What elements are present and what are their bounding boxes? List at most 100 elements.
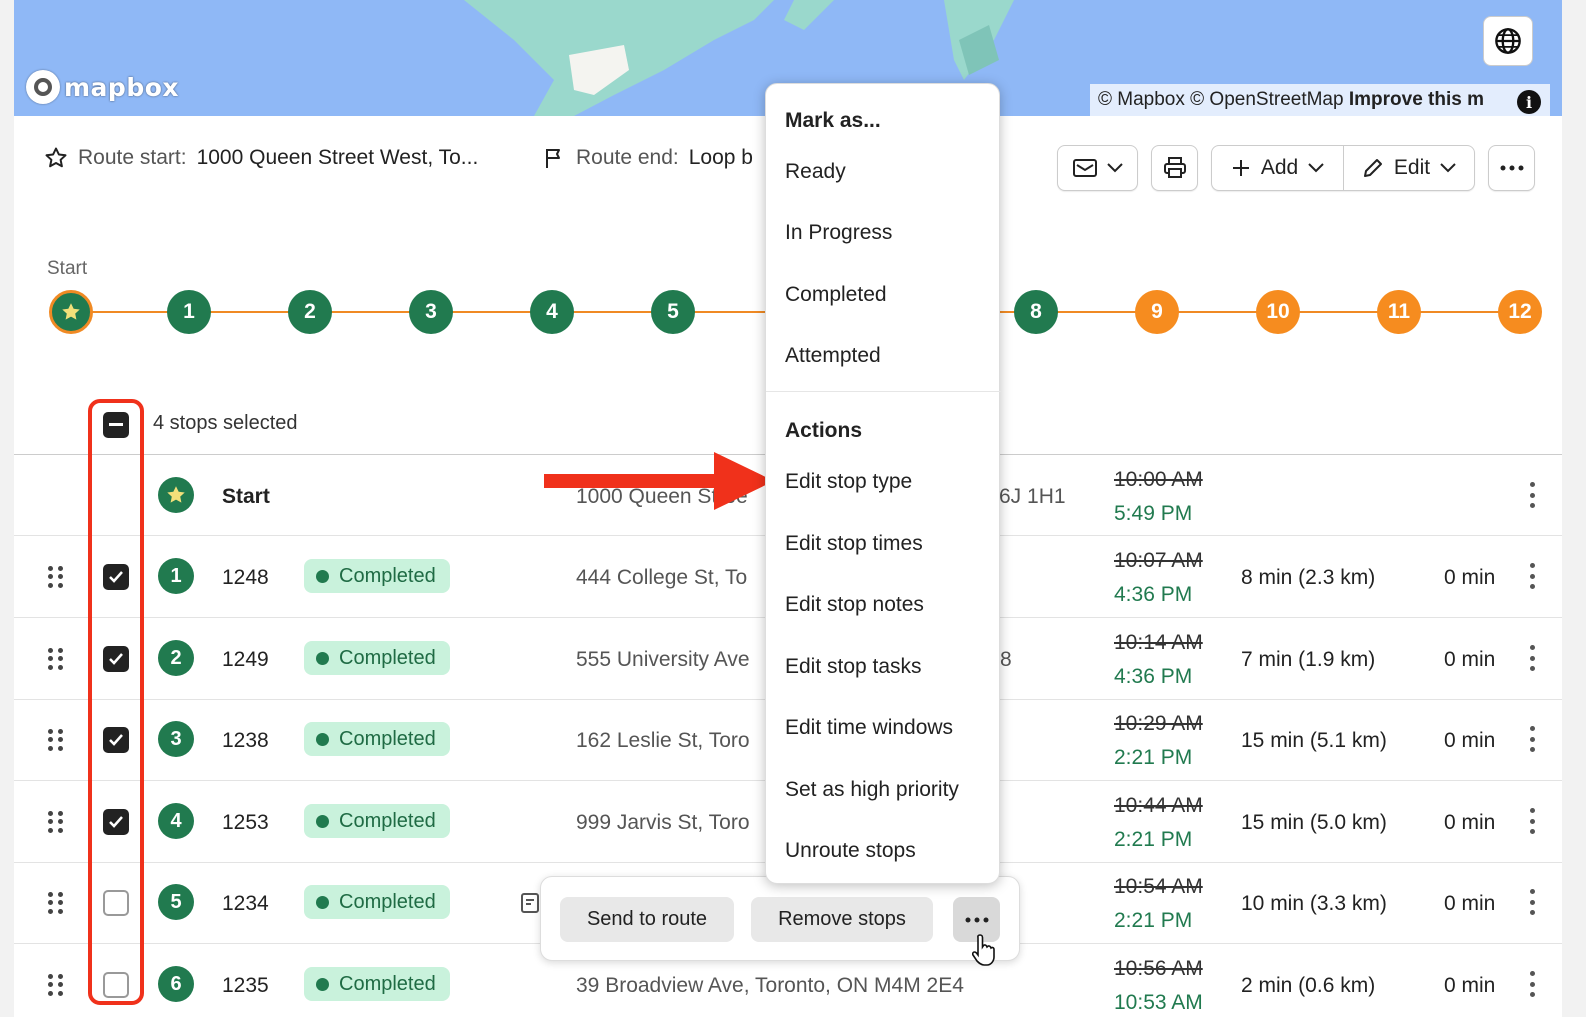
planned-time: 10:44 AM: [1114, 794, 1203, 817]
row-kebab-icon[interactable]: [1529, 482, 1535, 508]
checkbox-column-highlight: [88, 399, 144, 1005]
stop-id: 1249: [222, 648, 269, 671]
status-badge: Completed: [304, 641, 450, 675]
improve-map-link[interactable]: Improve this m: [1349, 89, 1484, 110]
flag-icon: [546, 149, 560, 168]
route-start-value: 1000 Queen Street West, To...: [196, 146, 479, 169]
drag-handle-icon[interactable]: [48, 648, 64, 670]
menu-item-edit-stop-tasks[interactable]: Edit stop tasks: [785, 655, 922, 679]
status-badge: Completed: [304, 722, 450, 756]
stop-number: 1: [158, 558, 194, 594]
send-to-route-label: Send to route: [586, 908, 708, 930]
remove-stops-button[interactable]: Remove stops: [751, 897, 933, 942]
send-to-route-button[interactable]: Send to route: [560, 897, 734, 942]
timeline-stop[interactable]: 5: [651, 290, 695, 334]
stop-address: 39 Broadview Ave, Toronto, ON M4M 2E4: [576, 974, 964, 997]
actual-time: 4:36 PM: [1114, 583, 1193, 606]
menu-item-edit-time-windows[interactable]: Edit time windows: [785, 716, 953, 740]
info-icon[interactable]: i: [1517, 90, 1541, 114]
note-icon[interactable]: [520, 892, 542, 914]
start-row-address-tail: 6J 1H1: [999, 485, 1066, 508]
edit-button-label: Edit: [1393, 156, 1431, 179]
drive-time: 10 min (3.3 km): [1241, 892, 1387, 915]
mapbox-logo-text: mapbox: [64, 72, 180, 102]
actual-time: 4:36 PM: [1114, 665, 1193, 688]
ellipsis-icon: [1500, 165, 1523, 171]
status-text: Completed: [339, 727, 436, 750]
timeline-stop[interactable]: 10: [1256, 290, 1300, 334]
mapbox-logo-icon: [26, 70, 60, 104]
menu-item-edit-stop-type[interactable]: Edit stop type: [785, 470, 912, 494]
stop-id: 1253: [222, 811, 269, 834]
route-start-label: Route start:: [78, 146, 187, 169]
row-kebab-icon[interactable]: [1529, 889, 1535, 915]
timeline-stop[interactable]: 2: [288, 290, 332, 334]
more-options-button[interactable]: [1488, 145, 1535, 191]
row-kebab-icon[interactable]: [1529, 563, 1535, 589]
menu-item-in-progress[interactable]: In Progress: [785, 221, 892, 245]
attribution-text: © Mapbox © OpenStreetMap: [1098, 89, 1344, 110]
ellipsis-icon: [965, 917, 988, 922]
menu-item-set-high-priority[interactable]: Set as high priority: [785, 778, 959, 802]
add-button-label: Add: [1260, 156, 1299, 179]
globe-icon: [1495, 28, 1521, 54]
menu-item-ready[interactable]: Ready: [785, 160, 846, 184]
plus-icon: [1232, 160, 1249, 176]
timeline-start-label: Start: [47, 258, 88, 279]
stop-address-tail: 8: [1000, 648, 1012, 671]
message-button[interactable]: [1057, 145, 1138, 191]
timeline-stop[interactable]: 12: [1498, 290, 1542, 334]
drag-handle-icon[interactable]: [48, 974, 64, 996]
timeline-start-marker[interactable]: [49, 290, 93, 334]
stop-address: 555 University Ave: [576, 648, 750, 671]
row-kebab-icon[interactable]: [1529, 645, 1535, 671]
actual-time: 10:53 AM: [1114, 991, 1203, 1014]
row-kebab-icon[interactable]: [1529, 971, 1535, 997]
menu-item-edit-stop-notes[interactable]: Edit stop notes: [785, 593, 924, 617]
timeline-stop[interactable]: 3: [409, 290, 453, 334]
row-kebab-icon[interactable]: [1529, 726, 1535, 752]
timeline-stop[interactable]: 8: [1014, 290, 1058, 334]
stop-id: 1234: [222, 892, 269, 915]
status-text: Completed: [339, 890, 436, 913]
star-icon: [62, 303, 80, 320]
start-row-marker: [158, 477, 194, 513]
map-attribution: © Mapbox © OpenStreetMap Improve this m: [1090, 84, 1550, 116]
wait-time: 0 min: [1444, 974, 1496, 997]
start-row-label: Start: [222, 485, 270, 508]
menu-item-edit-stop-times[interactable]: Edit stop times: [785, 532, 923, 556]
status-text: Completed: [339, 809, 436, 832]
bulk-actions-menu: Mark as... Ready In Progress Completed A…: [765, 83, 1001, 884]
menu-item-unroute-stops[interactable]: Unroute stops: [785, 839, 916, 863]
drag-handle-icon[interactable]: [48, 566, 64, 588]
row-kebab-icon[interactable]: [1529, 808, 1535, 834]
stop-address: 162 Leslie St, Toro: [576, 729, 750, 752]
drag-handle-icon[interactable]: [48, 892, 64, 914]
print-button[interactable]: [1151, 145, 1198, 191]
pencil-icon: [1363, 159, 1382, 177]
timeline-stop[interactable]: 9: [1135, 290, 1179, 334]
wait-time: 0 min: [1444, 729, 1496, 752]
wait-time: 0 min: [1444, 892, 1496, 915]
menu-item-completed[interactable]: Completed: [785, 283, 887, 307]
status-text: Completed: [339, 646, 436, 669]
status-text: Completed: [339, 972, 436, 995]
timeline-stop[interactable]: 4: [530, 290, 574, 334]
map-style-button[interactable]: [1483, 16, 1533, 66]
star-outline-icon: [45, 147, 67, 168]
drag-handle-icon[interactable]: [48, 729, 64, 751]
planned-time: 10:29 AM: [1114, 712, 1203, 735]
stop-address: 999 Jarvis St, Toro: [576, 811, 750, 834]
hand-cursor-icon: [972, 934, 995, 966]
drive-time: 7 min (1.9 km): [1241, 648, 1376, 671]
timeline-stop[interactable]: 11: [1377, 290, 1421, 334]
timeline-stop[interactable]: 1: [167, 290, 211, 334]
add-button[interactable]: Add: [1212, 156, 1343, 180]
bulk-action-bar: Send to route Remove stops: [540, 876, 1020, 966]
edit-button[interactable]: Edit: [1344, 156, 1474, 180]
menu-item-attempted[interactable]: Attempted: [785, 344, 881, 368]
remove-stops-label: Remove stops: [778, 908, 906, 930]
mapbox-logo[interactable]: mapbox: [26, 70, 179, 104]
drag-handle-icon[interactable]: [48, 811, 64, 833]
stop-number: 4: [158, 803, 194, 839]
